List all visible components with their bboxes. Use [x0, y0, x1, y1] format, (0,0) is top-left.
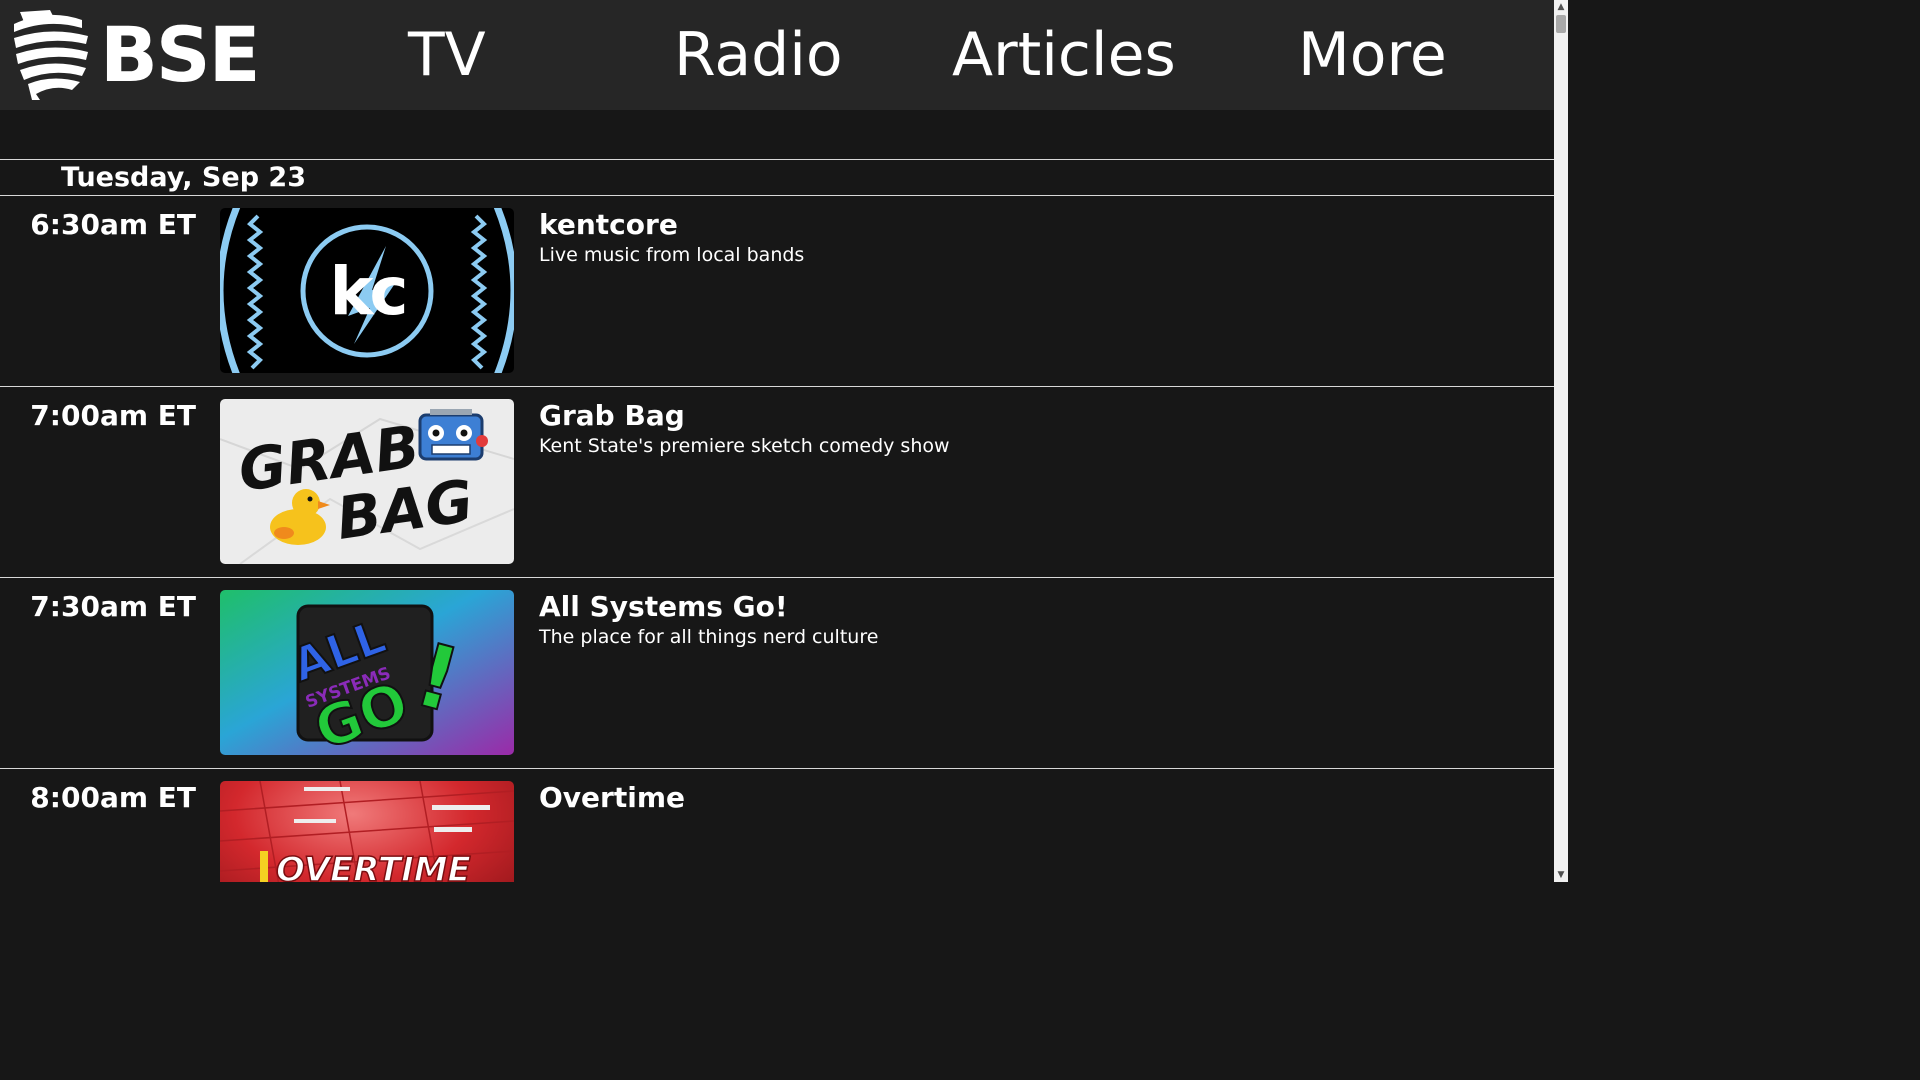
app-window: BSE TV Radio Articles More ▲ ▼ Tuesday, …: [0, 0, 1568, 882]
show-title[interactable]: All Systems Go!: [539, 590, 788, 624]
kentcore-thumbnail[interactable]: kc: [220, 208, 514, 373]
scrollbar-thumb[interactable]: [1556, 15, 1566, 33]
show-description: Kent State's premiere sketch comedy show: [539, 435, 950, 457]
show-time: 7:30am ET: [30, 590, 196, 623]
show-title[interactable]: kentcore: [539, 208, 678, 242]
scroll-up-arrow-icon[interactable]: ▲: [1554, 0, 1568, 14]
all-systems-go-thumbnail[interactable]: ALL SYSTEMS GO !: [220, 590, 514, 755]
nav-more-link[interactable]: More: [1298, 20, 1447, 90]
scroll-down-arrow-icon[interactable]: ▼: [1554, 868, 1568, 882]
nav-tv-link[interactable]: TV: [408, 20, 486, 90]
show-description: The place for all things nerd culture: [539, 626, 879, 648]
schedule-day-heading: Tuesday, Sep 23: [61, 162, 306, 193]
schedule-row-grab-bag: 7:00am ET GRAB BAG Grab Bag Kent State's…: [0, 387, 1554, 577]
show-time: 8:00am ET: [30, 781, 196, 814]
show-title[interactable]: Grab Bag: [539, 399, 685, 433]
bse-logo-icon: [14, 10, 88, 100]
schedule-row-overtime: 8:00am ET OVERTIME Overtime: [0, 769, 1554, 882]
overtime-logo-text: OVERTIME: [276, 850, 471, 882]
show-time: 7:00am ET: [30, 399, 196, 432]
show-description: Live music from local bands: [539, 244, 805, 266]
top-navigation-bar: BSE TV Radio Articles More: [0, 0, 1554, 110]
kentcore-logo-text: kc: [329, 253, 404, 330]
grab-bag-thumbnail[interactable]: GRAB BAG: [220, 399, 514, 564]
overtime-thumbnail[interactable]: OVERTIME: [220, 781, 514, 882]
bse-logo-link[interactable]: BSE: [10, 10, 270, 100]
nav-articles-link[interactable]: Articles: [952, 20, 1176, 90]
show-title[interactable]: Overtime: [539, 781, 685, 815]
schedule-row-kentcore: 6:30am ET kc kentcore Live music from lo…: [0, 196, 1554, 386]
nav-radio-link[interactable]: Radio: [674, 20, 843, 90]
page-scrollbar[interactable]: ▲ ▼: [1554, 0, 1568, 882]
schedule-row-all-systems-go: 7:30am ET ALL SYSTEMS GO ! All Systems G…: [0, 578, 1554, 768]
logo-wordmark: BSE: [100, 10, 261, 99]
show-time: 6:30am ET: [30, 208, 196, 241]
